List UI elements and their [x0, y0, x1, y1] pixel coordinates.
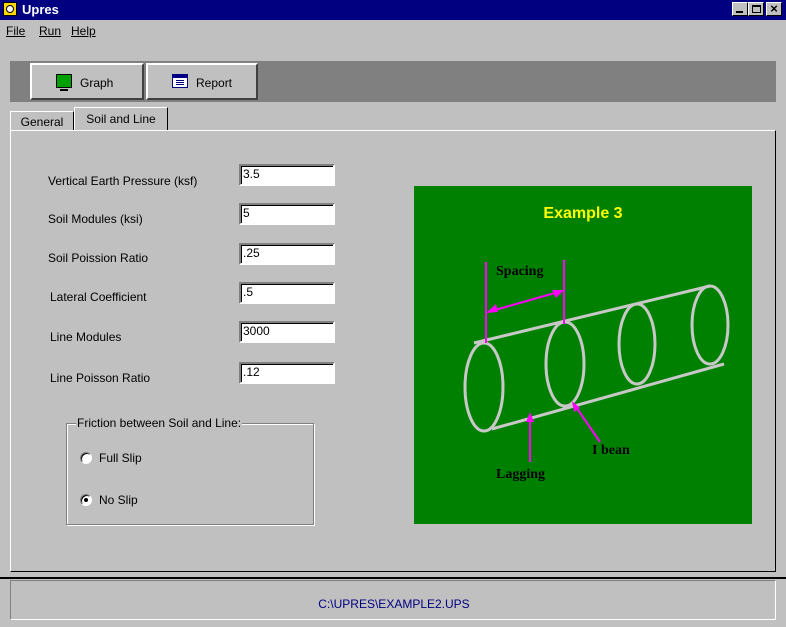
no-slip-label[interactable]: No Slip — [99, 493, 138, 507]
menu-bar: File Run Help — [0, 22, 786, 40]
lateral-coefficient-field[interactable]: .5 — [239, 282, 335, 304]
full-slip-label[interactable]: Full Slip — [99, 451, 142, 465]
status-file-path: C:\UPRES\EXAMPLE2.UPS — [318, 597, 470, 611]
window-title: Upres — [22, 2, 59, 17]
spacing-label: Spacing — [496, 264, 543, 279]
line-poisson-ratio-label: Line Poisson Ratio — [50, 371, 151, 385]
no-slip-radio[interactable] — [80, 494, 92, 506]
pipe-bottom-line — [491, 362, 725, 431]
report-icon — [172, 74, 188, 88]
full-slip-radio[interactable] — [80, 452, 92, 464]
tab-soil-and-line-label: Soil and Line — [86, 112, 156, 126]
friction-group-title: Friction between Soil and Line: — [76, 416, 243, 430]
friction-groupbox — [66, 423, 314, 525]
pipe-top-line — [473, 284, 711, 345]
tab-general-label: General — [20, 115, 64, 129]
menu-run-label: Run — [39, 24, 62, 38]
vertical-earth-pressure-field[interactable]: 3.5 — [239, 164, 335, 186]
tab-strip: General Soil and Line — [0, 106, 786, 131]
ibean-arrow — [573, 403, 601, 443]
soil-poission-ratio-label: Soil Poission Ratio — [48, 251, 149, 265]
tab-general[interactable]: General — [10, 111, 74, 131]
vertical-earth-pressure-label: Vertical Earth Pressure (ksf) — [48, 174, 198, 188]
status-bar: C:\UPRES\EXAMPLE2.UPS — [10, 580, 776, 620]
pipe-diagram: Example 3 Spacing I bean Lagging — [463, 205, 730, 482]
figure-title: Example 3 — [543, 205, 622, 222]
soil-modules-field[interactable]: 5 — [239, 203, 335, 225]
soil-modules-label: Soil Modules (ksi) — [48, 212, 143, 226]
title-bar[interactable]: Upres × — [0, 0, 786, 20]
minimize-icon — [736, 11, 743, 13]
line-poisson-ratio-field[interactable]: .12 — [239, 362, 335, 384]
close-button[interactable]: × — [766, 1, 782, 16]
menu-help-label: Help — [71, 24, 96, 38]
maximize-icon — [752, 5, 761, 13]
pipe-ring-3 — [617, 302, 657, 386]
menu-file-label: File — [6, 24, 26, 38]
menu-help[interactable]: Help — [71, 24, 96, 38]
report-button[interactable]: Report — [146, 63, 258, 100]
lagging-label: Lagging — [496, 467, 545, 482]
pipe-ring-1 — [463, 341, 505, 433]
menu-run[interactable]: Run — [39, 24, 61, 38]
graph-button-label: Graph — [80, 76, 114, 90]
statusbar-separator — [0, 577, 786, 579]
graph-button[interactable]: Graph — [30, 63, 144, 100]
tab-soil-and-line[interactable]: Soil and Line — [74, 107, 168, 131]
spacing-arrow — [487, 290, 563, 313]
soil-poission-ratio-field[interactable]: .25 — [239, 243, 335, 265]
menu-file[interactable]: File — [6, 24, 25, 38]
lateral-coefficient-label: Lateral Coefficient — [50, 290, 147, 304]
pipe-ring-2 — [544, 320, 586, 408]
monitor-icon — [56, 74, 72, 91]
example-figure: Example 3 Spacing I bean Lagging — [414, 186, 752, 524]
app-icon[interactable] — [3, 2, 17, 16]
spacing-arrowhead-left — [486, 304, 498, 313]
line-modules-field[interactable]: 3000 — [239, 321, 335, 343]
minimize-button[interactable] — [732, 2, 748, 16]
line-modules-label: Line Modules — [50, 330, 122, 344]
pipe-ring-4 — [690, 284, 730, 366]
close-icon: × — [770, 1, 778, 16]
ibean-label: I bean — [592, 443, 630, 458]
maximize-button[interactable] — [748, 2, 764, 16]
report-button-label: Report — [196, 76, 233, 90]
